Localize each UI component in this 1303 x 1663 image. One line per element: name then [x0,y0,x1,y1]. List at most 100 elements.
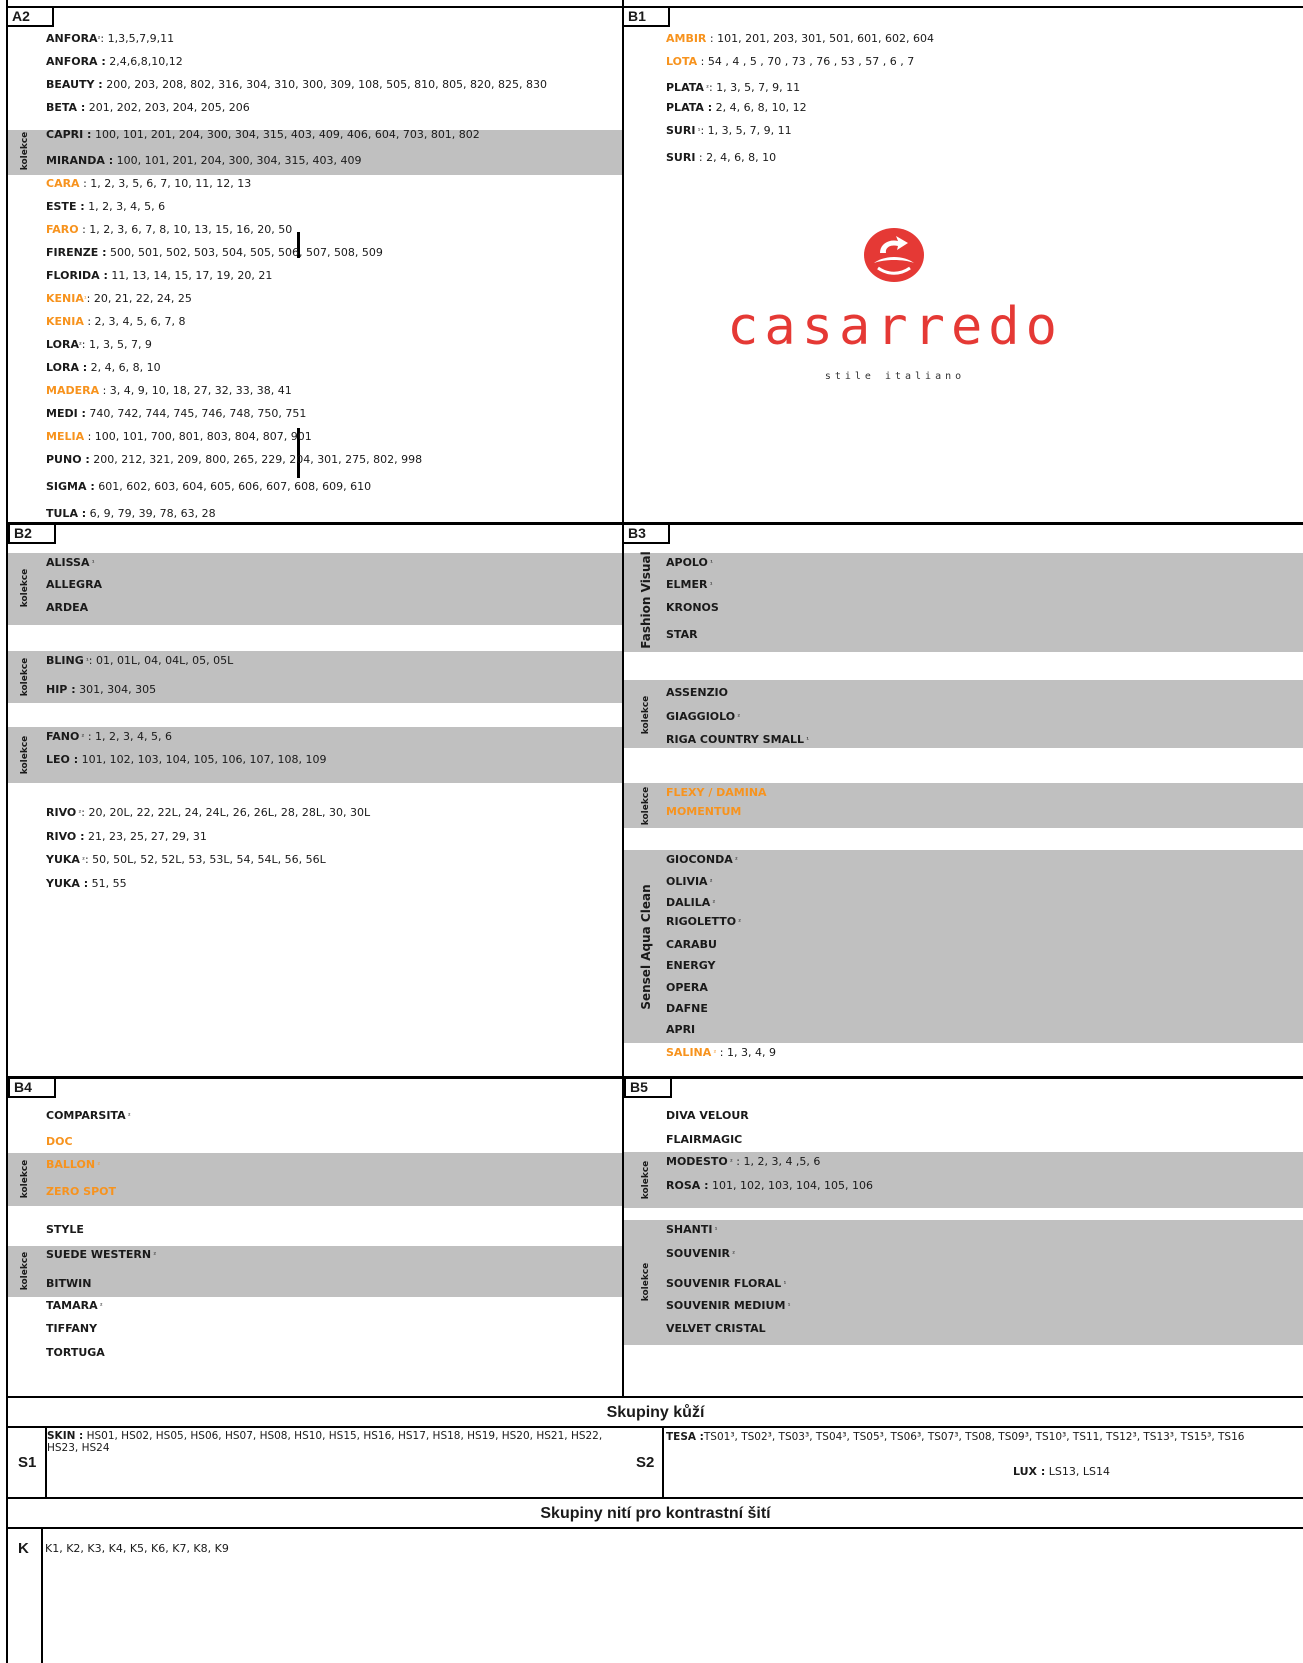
b2-entry: LEO : 101, 102, 103, 104, 105, 106, 107,… [46,753,327,767]
model-name: TAMARA [46,1299,98,1312]
a2-entry: FARO : 1, 2, 3, 6, 7, 8, 10, 13, 15, 16,… [46,223,292,237]
b2-entry: ALISSA ¹ [46,556,95,570]
b2-entry: ALLEGRA [46,578,102,592]
b5-entry: SOUVENIR ² [666,1247,735,1261]
model-name: OPERA [666,981,708,994]
a2-entry: FIRENZE : 500, 501, 502, 503, 504, 505, … [46,246,383,260]
b1-entry: AMBIR : 101, 201, 203, 301, 501, 601, 60… [666,32,934,46]
model-name: ENERGY [666,959,716,972]
model-name: HIP : [46,683,76,696]
a2-entry: ANFORA : 2,4,6,8,10,12 [46,55,183,69]
footnote-mark: ² [732,856,738,864]
model-values: 100, 101, 201, 204, 300, 304, 315, 403, … [113,154,362,167]
model-name: COMPARSITA [46,1109,126,1122]
model-values: 11, 13, 14, 15, 17, 19, 20, 21 [107,269,273,282]
model-name: BETA : [46,101,86,114]
footnote-mark: ¹ [707,581,713,589]
a2-entry: MIRANDA : 100, 101, 201, 204, 300, 304, … [46,154,362,168]
model-values: 200, 212, 321, 209, 800, 265, 229, 204, … [89,453,423,466]
a2-entry: KENIA : 2, 3, 4, 5, 6, 7, 8 [46,315,186,329]
group-s1-label: S1 [18,1454,37,1471]
kolekce-label: kolekce [20,735,30,775]
b2-entry: RIVO : 21, 23, 25, 27, 29, 31 [46,830,207,844]
model-name: ESTE : [46,200,85,213]
model-name: RIVO : [46,830,85,843]
kolekce-label: kolekce [641,1262,651,1302]
model-name: MADERA [46,384,100,397]
b2-entry: BLING ¹: 01, 01L, 04, 04L, 05, 05L [46,654,233,668]
model-name: SHANTI [666,1223,713,1236]
a2-entry: CAPRI : 100, 101, 201, 204, 300, 304, 31… [46,128,480,142]
model-values: : 2, 3, 4, 5, 6, 7, 8 [83,315,186,328]
footnote-mark: ¹ [712,1226,718,1234]
kolekce-label: kolekce [20,1251,30,1291]
b5-entry: MODESTO ² : 1, 2, 3, 4 ,5, 6 [666,1155,820,1169]
model-values: : 20, 21, 22, 24, 25 [86,292,192,305]
b3-entry: KRONOS [666,601,719,615]
model-values: : 1, 3, 5, 7, 9 [81,338,152,351]
b3-entry: DAFNE [666,1002,708,1016]
a2-entry: MADERA : 3, 4, 9, 10, 18, 27, 32, 33, 38… [46,384,292,398]
model-name: DOC [46,1135,73,1148]
model-name: ROSA : [666,1179,709,1192]
model-values: : 1,3,5,7,9,11 [100,32,175,45]
b3-entry: RIGOLETTO ² [666,915,741,929]
model-name: SUEDE WESTERN [46,1248,152,1261]
model-values: 101, 102, 103, 104, 105, 106, 107, 108, … [78,753,327,766]
a2-entry: ESTE : 1, 2, 3, 4, 5, 6 [46,200,165,214]
model-name: FLAIRMAGIC [666,1133,743,1146]
footnote-mark: ¹ [89,559,95,567]
model-name: FLEXY / DAMINA [666,786,767,799]
a2-entry: BEAUTY : 200, 203, 208, 802, 316, 304, 3… [46,78,547,92]
model-values: : 50, 50L, 52, 52L, 53, 53L, 54, 54L, 56… [84,853,326,866]
b3-entry: SALINA ² : 1, 3, 4, 9 [666,1046,776,1060]
model-name: ANFORA [46,32,98,45]
model-values: 51, 55 [88,877,127,890]
a2-entry: BETA : 201, 202, 203, 204, 205, 206 [46,101,250,115]
footnote-mark: ² [710,899,716,907]
b3-entry: APOLO ¹ [666,556,713,570]
logo-wordmark: casarredo [727,297,1063,357]
a2-entry: CARA : 1, 2, 3, 5, 6, 7, 10, 11, 12, 13 [46,177,251,191]
model-name: AMBIR [666,32,707,45]
footnote-mark: ¹ [781,1280,787,1288]
model-name: SURI [666,124,696,137]
footnote-mark: ² [151,1251,157,1259]
model-name: RIGOLETTO [666,915,737,928]
footnote-mark: ² [95,1161,101,1169]
model-name: BLING [46,654,84,667]
sensel-label: Sensel Aqua Clean [639,884,653,1010]
model-name: MODESTO [666,1155,728,1168]
model-name: KENIA [46,292,84,305]
b3-entry: DALILA ² [666,896,715,910]
thread-values: K1, K2, K3, K4, K5, K6, K7, K8, K9 [45,1542,229,1555]
footnote-mark: ² [125,1112,131,1120]
b4-entry: BALLON ² [46,1158,100,1172]
model-values: 1, 2, 3, 4, 5, 6 [84,200,166,213]
model-values: 601, 602, 603, 604, 605, 606, 607, 608, … [94,480,372,493]
model-name: BITWIN [46,1277,92,1290]
model-name: APRI [666,1023,696,1036]
a2-entry: TULA : 6, 9, 79, 39, 78, 63, 28 [46,507,216,521]
b3-entry: OPERA [666,981,708,995]
model-values: 100, 101, 201, 204, 300, 304, 315, 403, … [91,128,480,141]
b4-entry: TIFFANY [46,1322,97,1336]
b2-entry: RIVO ²: 20, 20L, 22, 22L, 24, 24L, 26, 2… [46,806,370,820]
model-values: 500, 501, 502, 503, 504, 505, 506, 507, … [106,246,383,259]
b5-entry: SOUVENIR MEDIUM ¹ [666,1299,790,1313]
kolekce-label: kolekce [641,1160,651,1200]
model-name: DALILA [666,896,711,909]
model-values: : 1, 2, 3, 4 ,5, 6 [732,1155,821,1168]
a2-entry: LORA : 2, 4, 6, 8, 10 [46,361,161,375]
b5-entry: VELVET CRISTAL [666,1322,766,1336]
model-name: TULA : [46,507,87,520]
model-values: : 1, 3, 5, 7, 9, 11 [700,124,792,137]
kolekce-label: kolekce [641,695,651,735]
b3-entry: ASSENZIO [666,686,728,700]
a2-entry: KENIA¹: 20, 21, 22, 24, 25 [46,292,192,306]
model-values: 200, 203, 208, 802, 316, 304, 310, 300, … [102,78,548,91]
model-name: APOLO [666,556,708,569]
group-k-label: K [18,1540,29,1557]
b1-entry: SURI ¹: 1, 3, 5, 7, 9, 11 [666,124,792,138]
b4-entry: SUEDE WESTERN ² [46,1248,156,1262]
